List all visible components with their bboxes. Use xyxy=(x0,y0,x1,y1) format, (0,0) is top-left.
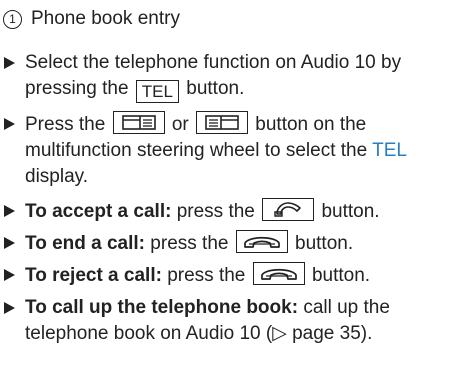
bullet-arrow-icon xyxy=(4,302,15,314)
page-back-icon xyxy=(112,111,165,134)
callout-text: Phone book entry xyxy=(31,8,180,29)
step-text: or xyxy=(171,114,189,135)
step-text: button. xyxy=(186,78,245,99)
step-text: press the xyxy=(150,233,229,254)
step-select-display: Press the or button on the multifunction… xyxy=(4,111,459,190)
step-end-call: To end a call: press the button. xyxy=(4,230,459,257)
bullet-arrow-icon xyxy=(4,57,15,69)
instruction-page: 1 Phone book entry Select the telephone … xyxy=(0,0,461,377)
step-heading: To reject a call: xyxy=(25,265,162,286)
page-reference: ▷ page 35 xyxy=(272,323,361,344)
callout-number: 1 xyxy=(3,9,22,29)
step-reject-call: To reject a call: press the button. xyxy=(4,262,459,289)
step-heading: To accept a call: xyxy=(25,201,172,222)
step-heading: To call up the telephone book: xyxy=(25,297,299,318)
step-heading: To end a call: xyxy=(25,233,146,254)
step-select-telephone: Select the telephone function on Audio 1… xyxy=(4,50,459,103)
bullet-arrow-icon xyxy=(4,237,15,249)
step-text: button. xyxy=(295,233,354,254)
step-text: press the xyxy=(167,265,246,286)
callout-label: 1 Phone book entry xyxy=(3,6,180,32)
phone-hangup-icon xyxy=(235,230,288,253)
page-forward-icon xyxy=(196,111,249,134)
step-text: press the xyxy=(176,201,255,222)
step-accept-call: To accept a call: press the button. xyxy=(4,198,459,225)
tel-key: TEL xyxy=(135,80,179,103)
phone-hangup-icon xyxy=(252,262,305,285)
step-text: ). xyxy=(360,323,373,344)
bullet-arrow-icon xyxy=(4,118,15,130)
bullet-arrow-icon xyxy=(4,205,15,217)
bullet-arrow-icon xyxy=(4,269,15,281)
step-telephone-book: To call up the telephone book: call up t… xyxy=(4,295,459,347)
step-text: button. xyxy=(321,201,380,222)
tel-display-name: TEL xyxy=(372,140,407,161)
step-text: button. xyxy=(311,265,371,286)
step-text: display. xyxy=(25,166,89,187)
phone-accept-icon xyxy=(262,198,315,221)
step-text: Press the xyxy=(25,114,106,135)
